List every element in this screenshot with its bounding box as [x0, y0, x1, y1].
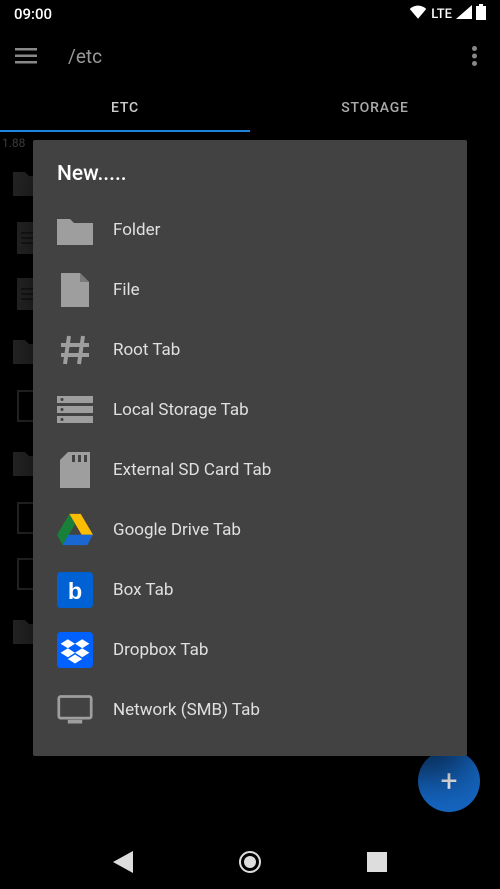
new-local-storage-tab-item[interactable]: Local Storage Tab — [33, 380, 467, 440]
hamburger-icon[interactable] — [12, 42, 40, 70]
dialog-item-label: Folder — [113, 220, 160, 240]
lte-label: LTE — [431, 7, 452, 22]
dialog-item-label: External SD Card Tab — [113, 460, 271, 480]
new-network-smb-tab-item[interactable]: Network (SMB) Tab — [33, 680, 467, 740]
plus-icon: + — [440, 764, 457, 799]
folder-icon — [57, 212, 93, 248]
box-icon: b — [57, 572, 93, 608]
dialog-item-label: Local Storage Tab — [113, 400, 249, 420]
new-folder-item[interactable]: Folder — [33, 200, 467, 260]
dialog-item-label: Dropbox Tab — [113, 640, 208, 660]
new-box-tab-item[interactable]: b Box Tab — [33, 560, 467, 620]
dialog-item-label: File — [113, 280, 140, 300]
dialog-title: New..... — [33, 162, 467, 200]
tab-etc[interactable]: ETC — [0, 84, 250, 132]
status-right: LTE — [409, 4, 486, 24]
monitor-icon — [57, 692, 93, 728]
wifi-icon — [409, 5, 427, 23]
app-bar: /etc — [0, 28, 500, 84]
new-dropbox-tab-item[interactable]: Dropbox Tab — [33, 620, 467, 680]
dropbox-icon — [57, 632, 93, 668]
dialog-item-label: Google Drive Tab — [113, 520, 241, 540]
nav-home[interactable] — [236, 848, 264, 876]
new-dialog: New..... Folder File Root Tab Local Stor… — [33, 140, 467, 756]
status-time: 09:00 — [14, 5, 52, 23]
battery-icon — [476, 4, 486, 24]
storage-icon — [57, 392, 93, 428]
nav-back[interactable] — [109, 848, 137, 876]
new-google-drive-tab-item[interactable]: Google Drive Tab — [33, 500, 467, 560]
file-icon — [57, 272, 93, 308]
path-text[interactable]: /etc — [68, 45, 460, 68]
google-drive-icon — [57, 512, 93, 548]
tab-storage[interactable]: STORAGE — [250, 84, 500, 132]
dialog-item-label: Root Tab — [113, 340, 180, 360]
tab-storage-label: STORAGE — [341, 100, 409, 116]
nav-bar — [0, 834, 500, 889]
hash-icon — [57, 332, 93, 368]
tabs: ETC STORAGE — [0, 84, 500, 132]
status-bar: 09:00 LTE — [0, 0, 500, 28]
dialog-item-label: Network (SMB) Tab — [113, 700, 260, 720]
sd-card-icon — [57, 452, 93, 488]
new-root-tab-item[interactable]: Root Tab — [33, 320, 467, 380]
tab-etc-label: ETC — [111, 100, 139, 116]
more-icon[interactable] — [460, 42, 488, 70]
dialog-item-label: Box Tab — [113, 580, 173, 600]
nav-recents[interactable] — [363, 848, 391, 876]
fab-add[interactable]: + — [418, 750, 480, 812]
new-external-sd-tab-item[interactable]: External SD Card Tab — [33, 440, 467, 500]
svg-text:b: b — [68, 578, 82, 604]
signal-icon — [456, 5, 472, 23]
new-file-item[interactable]: File — [33, 260, 467, 320]
